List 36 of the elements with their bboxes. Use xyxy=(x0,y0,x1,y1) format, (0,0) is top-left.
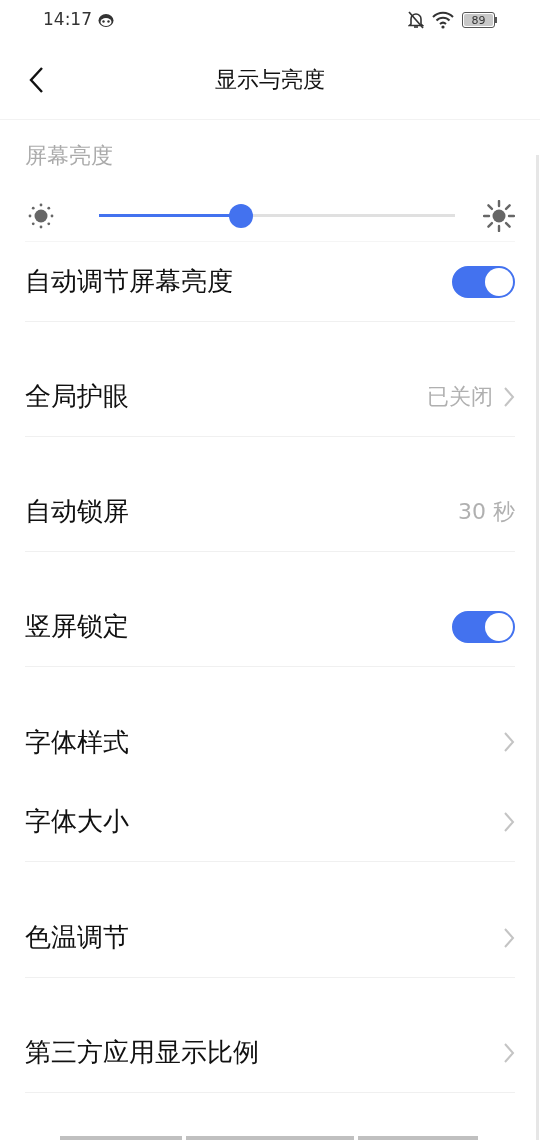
battery-indicator: 89 xyxy=(462,12,497,28)
bright-sun-icon xyxy=(483,199,515,232)
setting-label: 竖屏锁定 xyxy=(25,610,129,643)
settings-row[interactable]: 自动锁屏 30 秒 xyxy=(25,472,515,552)
settings-row[interactable]: 字体样式 xyxy=(25,702,515,782)
chevron-right-icon xyxy=(503,926,515,949)
settings-row[interactable]: 全局护眼 已关闭 xyxy=(25,357,515,437)
settings-row[interactable]: 竖屏锁定 xyxy=(25,587,515,667)
settings-row[interactable]: 字体大小 xyxy=(25,782,515,862)
toggle-switch[interactable] xyxy=(452,610,515,643)
chevron-right-icon xyxy=(503,385,515,408)
settings-row[interactable]: 第三方应用显示比例 xyxy=(25,1013,515,1093)
setting-label: 字体样式 xyxy=(25,725,129,759)
setting-value: 30 秒 xyxy=(458,498,515,526)
setting-label: 色温调节 xyxy=(25,921,129,954)
setting-label: 自动锁屏 xyxy=(25,495,129,528)
brightness-slider[interactable] xyxy=(99,203,455,228)
settings-row[interactable]: 色温调节 xyxy=(25,898,515,978)
clock-time: 14:17 xyxy=(43,8,92,32)
section-title: 屏幕亮度 xyxy=(25,141,113,170)
mascot-face-icon xyxy=(98,13,114,27)
back-icon xyxy=(28,66,44,94)
wifi-icon xyxy=(432,11,454,29)
setting-value: 已关闭 xyxy=(427,383,493,411)
bell-off-icon xyxy=(408,11,424,29)
setting-label: 第三方应用显示比例 xyxy=(25,1036,259,1069)
setting-label: 字体大小 xyxy=(25,805,129,838)
setting-label: 全局护眼 xyxy=(25,380,129,413)
chevron-right-icon xyxy=(503,810,515,833)
slider-thumb[interactable] xyxy=(229,203,254,228)
setting-label: 自动调节屏幕亮度 xyxy=(25,265,233,298)
chevron-right-icon xyxy=(503,1041,515,1064)
toggle-switch[interactable] xyxy=(452,265,515,298)
chevron-right-icon xyxy=(503,731,515,753)
settings-row[interactable]: 自动调节屏幕亮度 xyxy=(25,242,515,322)
page-title: 显示与亮度 xyxy=(215,66,325,94)
